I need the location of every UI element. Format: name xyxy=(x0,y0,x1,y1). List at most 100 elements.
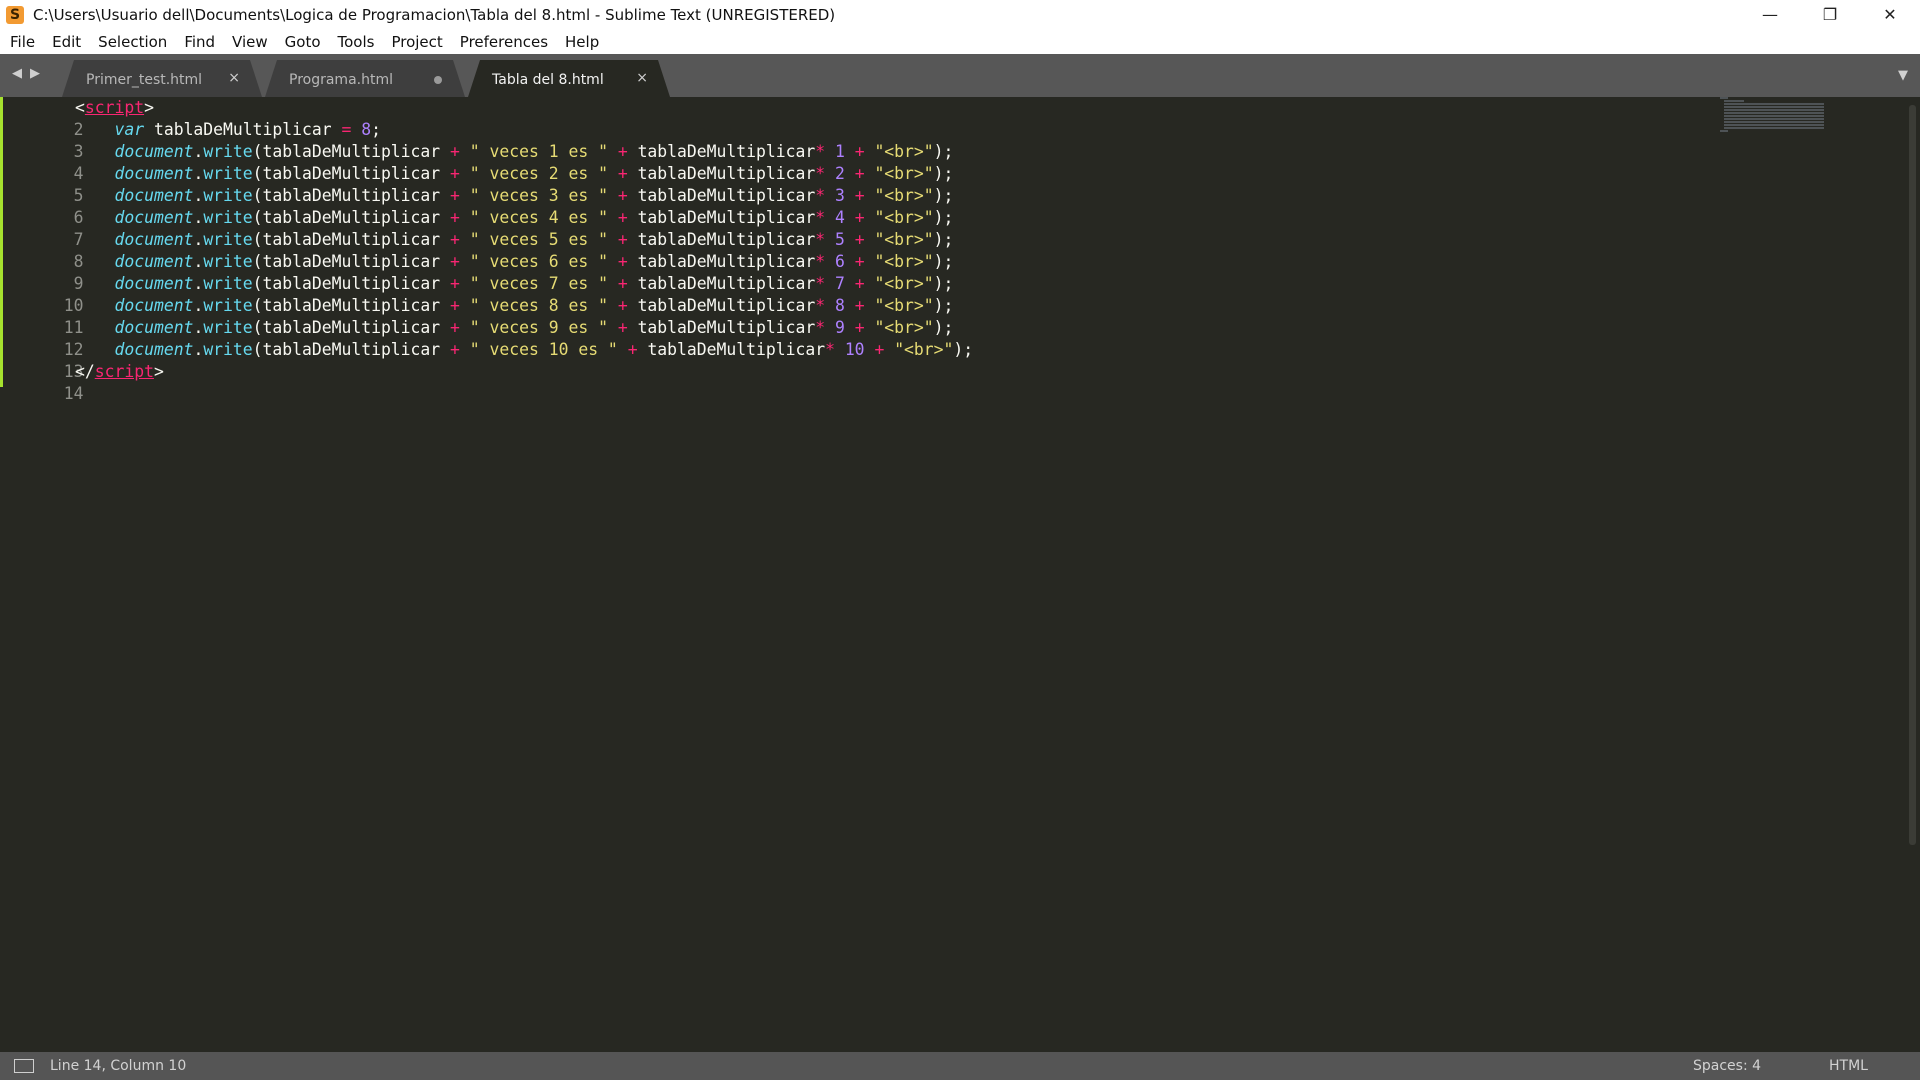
code-token: . xyxy=(193,318,204,337)
code-token: write xyxy=(203,230,253,249)
code-token: 3 xyxy=(834,186,845,205)
menu-selection[interactable]: Selection xyxy=(89,33,175,51)
code-token: script xyxy=(94,362,154,381)
window-title: C:\Users\Usuario dell\Documents\Logica d… xyxy=(33,5,836,24)
panel-toggle-icon[interactable] xyxy=(14,1059,34,1073)
code-token: . xyxy=(193,208,204,227)
menu-goto[interactable]: Goto xyxy=(276,33,329,51)
menu-file[interactable]: File xyxy=(0,33,43,51)
code-token: (tablaDeMultiplicar xyxy=(252,164,451,183)
code-token: " veces 6 es " xyxy=(469,252,608,271)
code-token: 10 xyxy=(844,340,865,359)
code-token: tablaDeMultiplicar xyxy=(637,230,816,249)
code-token: tablaDeMultiplicar xyxy=(637,318,816,337)
status-bar: Line 14, Column 10 Spaces: 4 HTML xyxy=(0,1052,1920,1080)
code-token: + xyxy=(617,230,628,249)
code-token: + xyxy=(627,340,638,359)
close-window-button[interactable]: ✕ xyxy=(1860,0,1920,29)
code-editor[interactable]: 2 <script> 3 var tablaDeMultiplicar = 8;… xyxy=(0,97,1920,1052)
code-token: document xyxy=(114,274,194,293)
tab-close-icon[interactable]: × xyxy=(228,70,240,86)
code-token: + xyxy=(617,274,628,293)
code-token: write xyxy=(203,142,253,161)
code-token: * xyxy=(825,340,835,359)
code-token: "<br>" xyxy=(874,274,934,293)
code-token: . xyxy=(193,340,204,359)
code-token: "<br>" xyxy=(874,186,934,205)
title-bar: S C:\Users\Usuario dell\Documents\Logica… xyxy=(0,0,1920,29)
code-token: 8 xyxy=(361,120,372,139)
tab-programa[interactable]: Programa.html xyxy=(265,60,465,97)
code-token: (tablaDeMultiplicar xyxy=(252,252,451,271)
code-token: + xyxy=(874,340,885,359)
tab-dropdown-icon[interactable]: ▼ xyxy=(1898,68,1908,83)
code-token: + xyxy=(450,186,460,205)
code-token: + xyxy=(854,142,865,161)
code-token: " veces 4 es " xyxy=(469,208,608,227)
code-token: "<br>" xyxy=(874,318,934,337)
code-token: ); xyxy=(933,296,954,315)
code-token: ); xyxy=(933,252,954,271)
code-token: " veces 8 es " xyxy=(469,296,608,315)
minimap[interactable] xyxy=(1720,97,1824,133)
code-token: * xyxy=(815,252,826,271)
indentation-setting[interactable]: Spaces: 4 xyxy=(1693,1058,1761,1074)
code-token: " veces 3 es " xyxy=(469,186,608,205)
code-line: 5 document.write(tablaDeMultiplicar + " … xyxy=(0,163,1200,205)
code-token: write xyxy=(203,318,253,337)
code-token: tablaDeMultiplicar xyxy=(637,142,816,161)
code-token: + xyxy=(450,142,460,161)
code-token: > xyxy=(153,362,164,381)
menu-edit[interactable]: Edit xyxy=(43,33,89,51)
code-token: (tablaDeMultiplicar xyxy=(252,318,451,337)
code-token: 5 xyxy=(834,230,845,249)
code-token: write xyxy=(203,208,253,227)
code-token: (tablaDeMultiplicar xyxy=(252,208,451,227)
code-token: "<br>" xyxy=(874,252,934,271)
code-token: . xyxy=(193,296,204,315)
syntax-selector[interactable]: HTML xyxy=(1829,1058,1868,1074)
code-token: tablaDeMultiplicar xyxy=(637,186,816,205)
code-line: 11 document.write(tablaDeMultiplicar + "… xyxy=(0,295,1200,337)
menu-view[interactable]: View xyxy=(223,33,276,51)
code-token: tablaDeMultiplicar xyxy=(144,120,342,139)
code-token: "<br>" xyxy=(874,208,934,227)
code-token: + xyxy=(854,274,865,293)
minimize-button[interactable]: — xyxy=(1740,0,1800,29)
code-token: + xyxy=(450,318,460,337)
code-token: 2 xyxy=(834,164,845,183)
code-token: + xyxy=(854,208,865,227)
code-token: </ xyxy=(75,362,95,381)
code-token: ; xyxy=(371,120,381,139)
menu-tools[interactable]: Tools xyxy=(329,33,383,51)
code-token: document xyxy=(114,142,194,161)
menu-find[interactable]: Find xyxy=(175,33,223,51)
tab-tabla-del-8[interactable]: Tabla del 8.html × xyxy=(468,60,670,97)
code-token: ); xyxy=(933,318,954,337)
code-token: + xyxy=(450,208,460,227)
code-token: . xyxy=(193,274,204,293)
tab-label: Primer_test.html xyxy=(86,72,203,88)
code-token: . xyxy=(193,142,204,161)
back-arrow-icon[interactable]: ◀ xyxy=(12,66,22,81)
code-token: document xyxy=(114,318,194,337)
tab-primer-test[interactable]: Primer_test.html × xyxy=(62,60,262,97)
code-token: document xyxy=(114,164,194,183)
code-token: write xyxy=(203,296,253,315)
forward-arrow-icon[interactable]: ▶ xyxy=(30,66,40,81)
tab-close-icon[interactable]: × xyxy=(636,70,648,86)
vertical-scrollbar[interactable] xyxy=(1909,105,1916,845)
menu-preferences[interactable]: Preferences xyxy=(451,33,556,51)
code-token: + xyxy=(854,318,865,337)
code-token: document xyxy=(114,252,194,271)
menu-help[interactable]: Help xyxy=(556,33,607,51)
code-token: * xyxy=(815,318,826,337)
code-token: write xyxy=(203,164,253,183)
code-token: (tablaDeMultiplicar xyxy=(252,340,451,359)
unsaved-dot-icon[interactable] xyxy=(434,76,442,84)
code-token: " veces 5 es " xyxy=(469,230,608,249)
code-token: + xyxy=(617,252,628,271)
code-token: 1 xyxy=(834,142,845,161)
menu-project[interactable]: Project xyxy=(382,33,450,51)
restore-button[interactable]: ❐ xyxy=(1800,0,1860,29)
